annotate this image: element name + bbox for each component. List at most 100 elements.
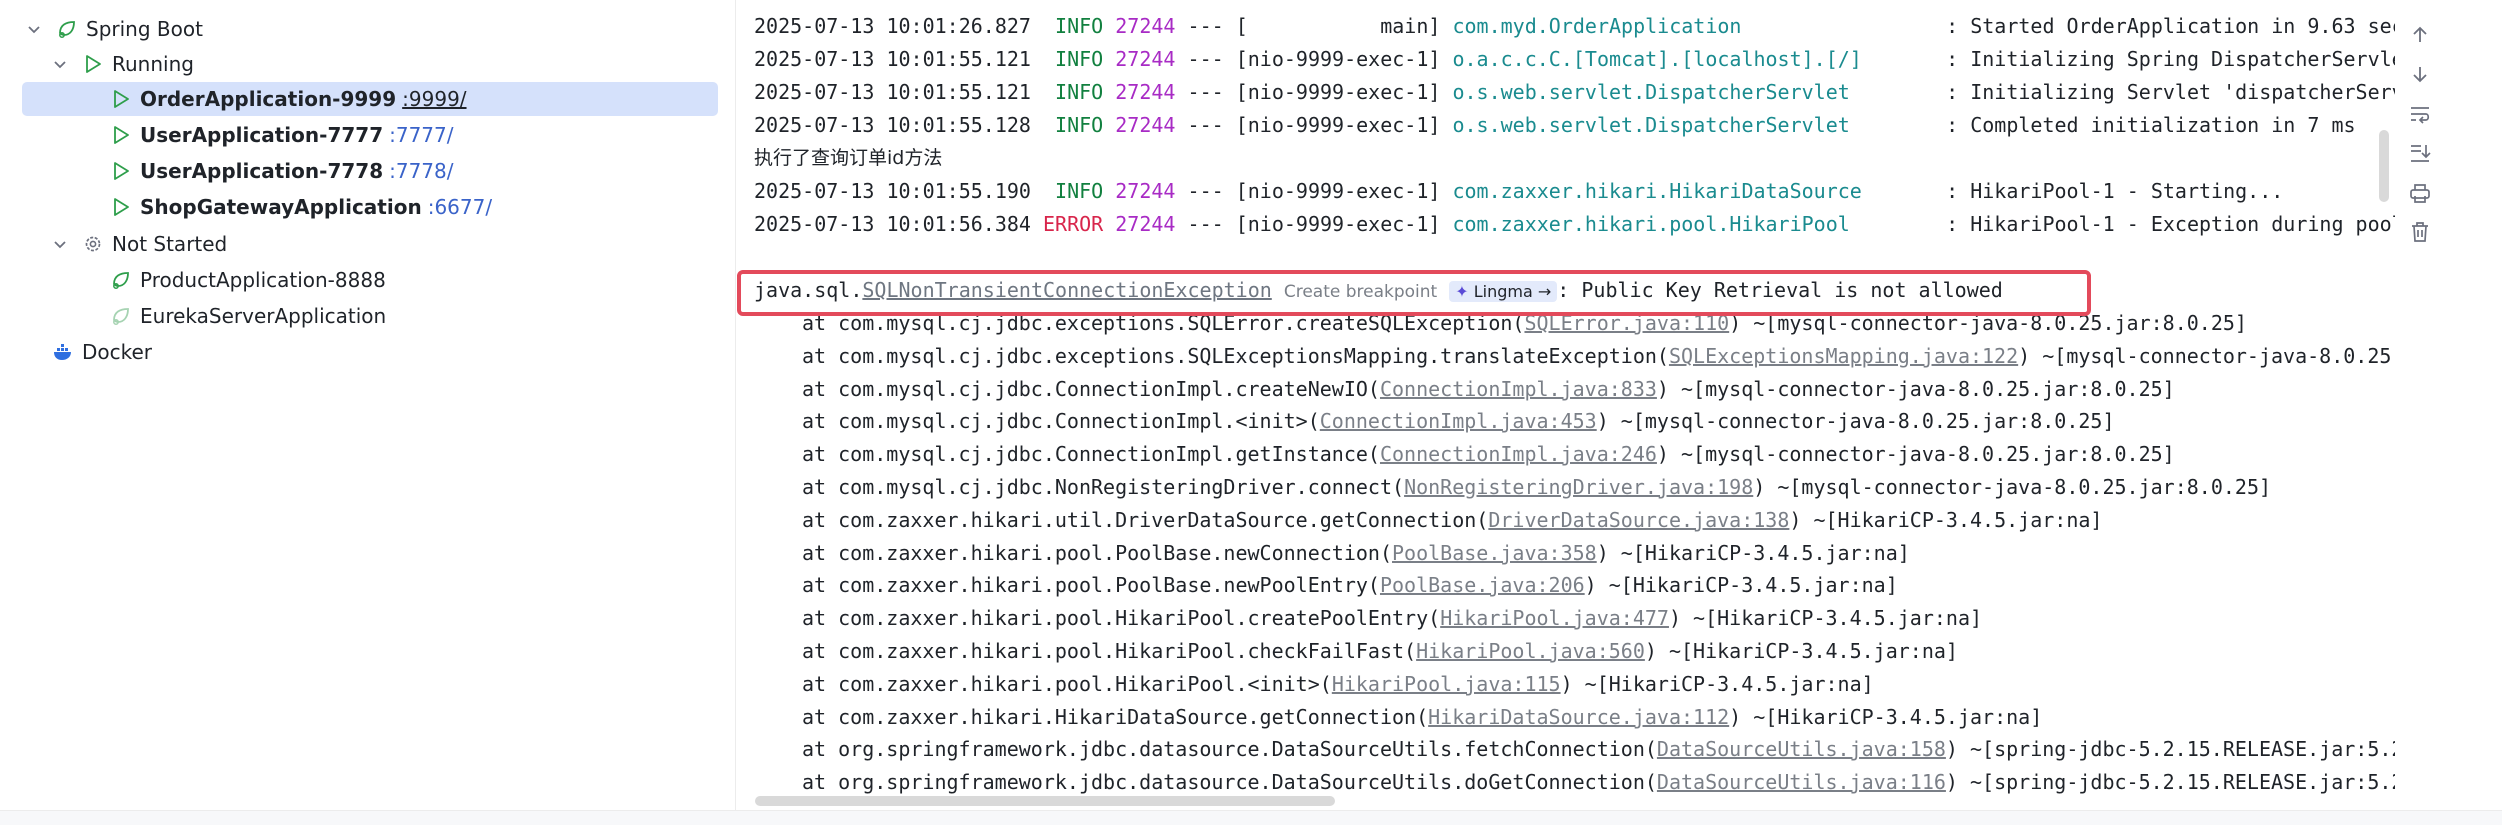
- log-message: : HikariPool-1 - Starting...: [1946, 179, 2284, 203]
- stdout-line: 执行了查询订单id方法: [754, 147, 943, 169]
- log-line: 2025-07-13 10:01:26.827 INFO 27244 --- […: [754, 11, 2396, 41]
- log-pid: 27244: [1115, 80, 1176, 104]
- stack-frame-method: at com.mysql.cj.jdbc.exceptions.SQLExcep…: [802, 344, 1669, 368]
- log-thread: [nio-9999-exec-1]: [1235, 179, 1441, 203]
- stack-frame-jar: ) ~[HikariCP-3.4.5.jar:na]: [1644, 639, 1958, 663]
- run-icon: [110, 160, 132, 182]
- stack-frame: at com.mysql.cj.jdbc.ConnectionImpl.getI…: [802, 439, 2175, 469]
- tree-item-order-application[interactable]: OrderApplication-9999 :9999/: [22, 82, 718, 116]
- run-icon: [82, 53, 104, 75]
- source-link[interactable]: HikariPool.java:560: [1416, 639, 1645, 663]
- app-port-link[interactable]: :9999/: [402, 87, 466, 111]
- source-link[interactable]: NonRegisteringDriver.java:198: [1404, 475, 1753, 499]
- tree-node-label: Docker: [82, 340, 153, 364]
- stack-frame-method: at com.zaxxer.hikari.pool.PoolBase.newCo…: [802, 541, 1393, 565]
- chevron-down-icon[interactable]: [52, 236, 68, 252]
- arrow-down-icon[interactable]: [2407, 61, 2433, 87]
- stack-frame: at com.mysql.cj.jdbc.NonRegisteringDrive…: [802, 472, 2271, 502]
- log-level: ERROR: [1043, 212, 1104, 236]
- log-sep: ---: [1187, 80, 1224, 104]
- stack-frame: at com.mysql.cj.jdbc.exceptions.SQLExcep…: [802, 341, 2396, 371]
- source-link[interactable]: DataSourceUtils.java:116: [1657, 770, 1946, 794]
- tree-item-product-application[interactable]: ProductApplication-8888: [110, 263, 386, 297]
- tree-node-not-started[interactable]: Not Started: [52, 227, 227, 261]
- log-pid: 27244: [1115, 212, 1176, 236]
- log-line-error: 2025-07-13 10:01:56.384 ERROR 27244 --- …: [754, 209, 2396, 239]
- spring-boot-icon: [110, 305, 132, 327]
- docker-icon: [52, 341, 74, 363]
- stack-frame-method: at com.zaxxer.hikari.pool.PoolBase.newPo…: [802, 573, 1380, 597]
- tree-item-shop-gateway-application[interactable]: ShopGatewayApplication :6677/: [110, 190, 492, 224]
- source-link[interactable]: ConnectionImpl.java:246: [1380, 442, 1657, 466]
- chevron-down-icon[interactable]: [52, 56, 68, 72]
- log-line: 2025-07-13 10:01:55.128 INFO 27244 --- […: [754, 110, 2356, 140]
- app-port-link[interactable]: :7778/: [389, 159, 453, 183]
- log-line: 2025-07-13 10:01:55.121 INFO 27244 --- […: [754, 77, 2396, 107]
- stack-frame: at org.springframework.jdbc.datasource.D…: [802, 734, 2396, 764]
- log-sep: ---: [1187, 212, 1224, 236]
- source-link[interactable]: ConnectionImpl.java:453: [1320, 409, 1597, 433]
- arrow-up-icon[interactable]: [2407, 22, 2433, 48]
- log-message: : Completed initialization in 7 ms: [1946, 113, 2356, 137]
- source-link[interactable]: HikariPool.java:115: [1332, 672, 1561, 696]
- services-tree-pane: Spring Boot Running OrderApplication-999…: [0, 0, 724, 824]
- log-logger: o.s.web.servlet.DispatcherServlet: [1452, 113, 1935, 137]
- stack-frame-method: at org.springframework.jdbc.datasource.D…: [802, 770, 1657, 794]
- stack-frame-method: at com.zaxxer.hikari.pool.HikariPool.<in…: [802, 672, 1332, 696]
- app-port-link[interactable]: :7777/: [389, 123, 453, 147]
- spring-boot-icon: [56, 18, 78, 40]
- log-level: INFO: [1055, 113, 1104, 137]
- app-name: UserApplication-7777: [140, 123, 384, 147]
- source-link[interactable]: HikariPool.java:477: [1440, 606, 1669, 630]
- log-level: INFO: [1055, 80, 1104, 104]
- stack-frame-jar: ) ~[HikariCP-3.4.5.jar:na]: [1668, 606, 1983, 630]
- source-link[interactable]: PoolBase.java:206: [1380, 573, 1585, 597]
- log-message: : Initializing Servlet 'dispatcherServ: [1946, 80, 2396, 104]
- log-pid: 27244: [1115, 47, 1176, 71]
- stack-frame: at com.zaxxer.hikari.pool.HikariPool.<in…: [802, 669, 1874, 699]
- spring-boot-icon: [110, 269, 132, 291]
- log-message: : Initializing Spring DispatcherServle: [1946, 47, 2396, 71]
- stack-frame-method: at com.mysql.cj.jdbc.ConnectionImpl.crea…: [802, 377, 1380, 401]
- app-port-link[interactable]: :6677/: [428, 195, 492, 219]
- horizontal-scrollbar[interactable]: [755, 796, 1335, 806]
- stack-frame-jar: ) ~[spring-jdbc-5.2.15.RELEASE.jar:5.2: [1945, 737, 2396, 761]
- stack-frame-jar: ) ~[mysql-connector-java-8.0.25.: [2018, 344, 2396, 368]
- source-link[interactable]: SQLExceptionsMapping.java:122: [1669, 344, 2018, 368]
- scroll-to-end-icon[interactable]: [2407, 140, 2433, 166]
- source-link[interactable]: DataSourceUtils.java:158: [1657, 737, 1946, 761]
- console-output[interactable]: 2025-07-13 10:01:26.827 INFO 27244 --- […: [735, 0, 2396, 810]
- tree-item-user-application-7778[interactable]: UserApplication-7778 :7778/: [110, 154, 453, 188]
- log-line: 2025-07-13 10:01:55.121 INFO 27244 --- […: [754, 44, 2396, 74]
- log-logger: com.zaxxer.hikari.pool.HikariPool: [1452, 212, 1935, 236]
- stack-frame-method: at org.springframework.jdbc.datasource.D…: [802, 737, 1657, 761]
- app-name: UserApplication-7778: [140, 159, 384, 183]
- run-icon: [110, 124, 132, 146]
- source-link[interactable]: PoolBase.java:358: [1392, 541, 1597, 565]
- tree-node-docker[interactable]: Docker: [52, 335, 152, 369]
- tree-node-running[interactable]: Running: [52, 47, 194, 81]
- chevron-down-icon[interactable]: [26, 21, 42, 37]
- stack-frame-method: at com.zaxxer.hikari.util.DriverDataSour…: [802, 508, 1489, 532]
- tree-node-label: Spring Boot: [86, 17, 203, 41]
- print-icon[interactable]: [2407, 180, 2433, 206]
- log-level: INFO: [1055, 14, 1104, 38]
- soft-wrap-icon[interactable]: [2407, 101, 2433, 127]
- log-date: 2025-07-13 10:01:55.128: [754, 113, 1031, 137]
- stack-frame-jar: ) ~[mysql-connector-java-8.0.25.jar:8.0.…: [1753, 475, 2272, 499]
- log-thread: [nio-9999-exec-1]: [1235, 47, 1441, 71]
- stack-frame-jar: ) ~[mysql-connector-java-8.0.25.jar:8.0.…: [1656, 377, 2175, 401]
- vertical-scrollbar[interactable]: [2379, 130, 2389, 202]
- tree-item-eureka-server-application[interactable]: EurekaServerApplication: [110, 299, 386, 333]
- tree-node-spring-boot[interactable]: Spring Boot: [26, 12, 203, 46]
- tree-item-user-application-7777[interactable]: UserApplication-7777 :7777/: [110, 118, 453, 152]
- source-link[interactable]: ConnectionImpl.java:833: [1380, 377, 1657, 401]
- trash-icon[interactable]: [2407, 219, 2433, 245]
- log-date: 2025-07-13 10:01:55.190: [754, 179, 1031, 203]
- source-link[interactable]: HikariDataSource.java:112: [1428, 705, 1729, 729]
- stack-frame-jar: ) ~[mysql-connector-java-8.0.25.jar:8.0.…: [1596, 409, 2115, 433]
- app-name: OrderApplication-9999: [140, 87, 397, 111]
- source-link[interactable]: DriverDataSource.java:138: [1488, 508, 1789, 532]
- log-sep: ---: [1187, 47, 1224, 71]
- console-toolbar: [2395, 0, 2502, 810]
